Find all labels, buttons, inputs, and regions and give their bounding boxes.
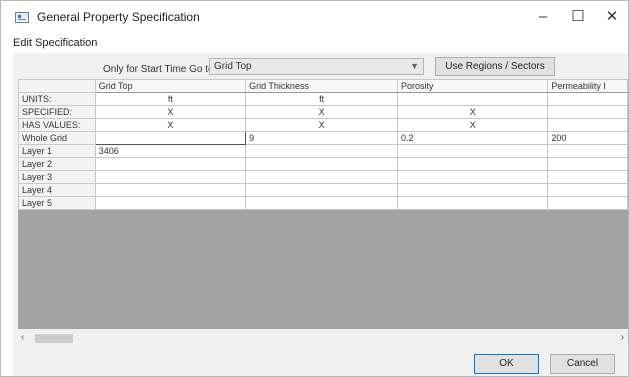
goto-dropdown[interactable]: Grid Top ▼: [209, 58, 424, 75]
scroll-right-icon[interactable]: ›: [621, 332, 624, 343]
row-header-has-values: HAS VALUES:: [18, 118, 96, 132]
table-cell[interactable]: [94, 183, 247, 197]
column-header-permeability[interactable]: Permeability I: [547, 79, 628, 93]
table-row: Layer 4: [18, 183, 628, 197]
table-cell[interactable]: [245, 144, 399, 158]
table-row: Whole Grid 9 0.2 200: [18, 131, 628, 145]
table-cell[interactable]: [547, 144, 628, 158]
table-cell[interactable]: [245, 183, 399, 197]
title-bar: General Property Specification – ☐ ✕: [1, 1, 628, 31]
specified-cell[interactable]: X: [245, 105, 399, 119]
cancel-button[interactable]: Cancel: [550, 354, 615, 374]
specified-row: SPECIFIED: X X X: [18, 105, 628, 119]
window-title: General Property Specification: [37, 10, 200, 24]
property-grid: Grid Top Grid Thickness Porosity Permeab…: [18, 79, 628, 329]
has-values-cell[interactable]: X: [397, 118, 549, 132]
corner-cell: [18, 79, 96, 93]
table-cell[interactable]: [94, 157, 247, 171]
table-cell[interactable]: [547, 183, 628, 197]
table-cell[interactable]: [397, 196, 549, 210]
table-cell[interactable]: [94, 170, 247, 184]
column-header-porosity[interactable]: Porosity: [397, 79, 549, 93]
row-header-layer: Layer 5: [18, 196, 96, 210]
table-cell[interactable]: [397, 144, 549, 158]
has-values-cell[interactable]: [547, 118, 628, 132]
scrollbar-thumb[interactable]: [35, 334, 73, 343]
chevron-down-icon: ▼: [410, 61, 419, 71]
table-row: Layer 3: [18, 170, 628, 184]
table-cell[interactable]: [245, 196, 399, 210]
use-regions-sectors-button[interactable]: Use Regions / Sectors: [435, 57, 555, 76]
app-icon: [15, 12, 29, 23]
table-cell[interactable]: 9: [245, 131, 399, 145]
units-cell[interactable]: ft: [245, 92, 399, 106]
specified-cell[interactable]: X: [94, 105, 247, 119]
scroll-left-icon[interactable]: ‹: [21, 332, 24, 343]
row-header-whole-grid: Whole Grid: [18, 131, 96, 145]
row-header-units: UNITS:: [18, 92, 96, 106]
table-cell[interactable]: [547, 196, 628, 210]
header-row: Grid Top Grid Thickness Porosity Permeab…: [18, 79, 628, 93]
horizontal-scrollbar[interactable]: ‹ ›: [18, 331, 628, 346]
menu-edit-specification[interactable]: Edit Specification: [13, 37, 97, 49]
table-cell[interactable]: 0.2: [397, 131, 549, 145]
close-button[interactable]: ✕: [597, 7, 627, 27]
row-header-layer: Layer 3: [18, 170, 96, 184]
specified-cell[interactable]: X: [397, 105, 549, 119]
table-cell[interactable]: [94, 196, 247, 210]
specified-cell[interactable]: [547, 105, 628, 119]
ok-button[interactable]: OK: [474, 354, 539, 374]
row-header-layer: Layer 1: [18, 144, 96, 158]
units-cell[interactable]: [397, 92, 549, 106]
has-values-cell[interactable]: X: [94, 118, 247, 132]
table-cell[interactable]: 3406: [94, 144, 247, 158]
row-header-layer: Layer 4: [18, 183, 96, 197]
column-header-grid-top[interactable]: Grid Top: [94, 79, 247, 93]
table-row: Layer 5: [18, 196, 628, 210]
row-header-layer: Layer 2: [18, 157, 96, 171]
goto-dropdown-value: Grid Top: [214, 61, 252, 72]
table-cell[interactable]: 200: [547, 131, 628, 145]
has-values-cell[interactable]: X: [245, 118, 399, 132]
maximize-button[interactable]: ☐: [563, 7, 593, 27]
table-cell[interactable]: [245, 170, 399, 184]
goto-label: Only for Start Time Go to: [103, 64, 214, 75]
table-cell[interactable]: [547, 170, 628, 184]
units-cell[interactable]: [547, 92, 628, 106]
property-specification-window: General Property Specification – ☐ ✕ Edi…: [0, 0, 629, 377]
property-table: Grid Top Grid Thickness Porosity Permeab…: [18, 79, 628, 210]
table-cell[interactable]: [397, 170, 549, 184]
row-header-specified: SPECIFIED:: [18, 105, 96, 119]
table-cell-editing[interactable]: [94, 131, 247, 145]
units-cell[interactable]: ft: [94, 92, 247, 106]
table-cell[interactable]: [245, 157, 399, 171]
table-row: Layer 2: [18, 157, 628, 171]
units-row: UNITS: ft ft: [18, 92, 628, 106]
column-header-grid-thickness[interactable]: Grid Thickness: [245, 79, 399, 93]
minimize-button[interactable]: –: [528, 7, 558, 27]
table-cell[interactable]: [397, 157, 549, 171]
table-row: Layer 1 3406: [18, 144, 628, 158]
table-cell[interactable]: [547, 157, 628, 171]
has-values-row: HAS VALUES: X X X: [18, 118, 628, 132]
table-cell[interactable]: [397, 183, 549, 197]
